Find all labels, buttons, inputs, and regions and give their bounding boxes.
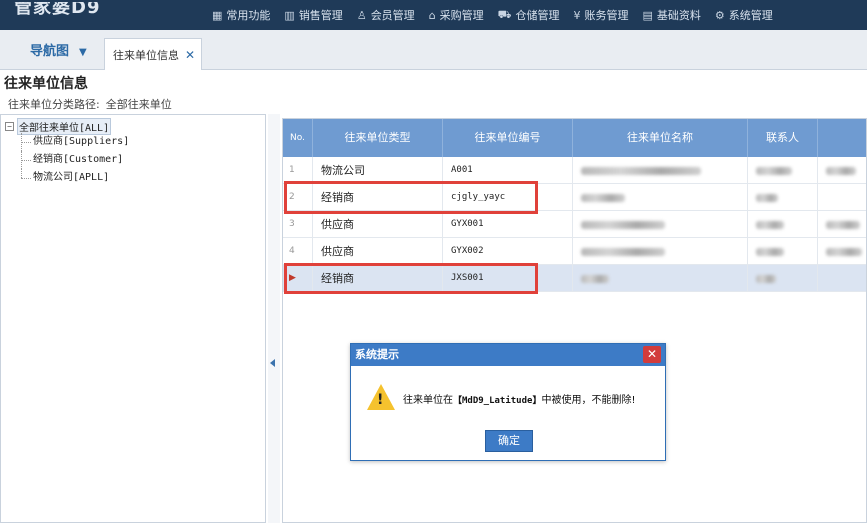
redacted-extra: [826, 221, 860, 229]
collapse-left-icon[interactable]: [270, 359, 275, 367]
menu-warehouse[interactable]: ⛟ 仓储管理: [498, 7, 560, 23]
highlight-box-row-5: [284, 263, 538, 294]
ok-button[interactable]: 确定: [485, 430, 533, 452]
tab-partner-info[interactable]: 往来单位信息 ✕: [104, 38, 203, 70]
collapse-icon[interactable]: −: [5, 121, 14, 131]
home-icon: ⌂: [428, 8, 436, 22]
user-icon: ♙: [356, 8, 367, 22]
app-logo: 管家婆D9: [14, 2, 101, 18]
warning-exclamation: !: [377, 392, 384, 408]
chart-icon: ▥: [284, 8, 295, 22]
tree-root[interactable]: − 全部往来单位[ALL]: [5, 117, 129, 135]
close-icon[interactable]: ✕: [643, 346, 661, 363]
column-no[interactable]: No.: [283, 119, 313, 157]
close-icon[interactable]: ✕: [185, 48, 195, 62]
redacted-extra: [826, 167, 856, 175]
yen-icon: ¥: [573, 8, 581, 22]
redacted-name: [581, 167, 701, 175]
redacted-contact: [756, 221, 784, 229]
menu-sales[interactable]: ▥ 销售管理: [284, 7, 342, 23]
redacted-name: [581, 221, 665, 229]
gear-icon: ⚙: [714, 8, 725, 22]
doc-icon: ▤: [642, 8, 653, 22]
redacted-contact: [756, 248, 784, 256]
dialog-message: 往来单位在【MdD9_Latitude】中被使用，不能删除!: [403, 395, 636, 406]
table-row[interactable]: 4 供应商 GYX002: [283, 238, 866, 265]
column-name[interactable]: 往来单位名称: [573, 119, 748, 157]
column-contact[interactable]: 联系人: [748, 119, 818, 157]
tree-node-customer[interactable]: 经销商[Customer]: [5, 151, 129, 169]
system-alert-dialog: 系统提示 ✕ ! 往来单位在【MdD9_Latitude】中被使用，不能删除! 确…: [350, 343, 666, 461]
menu-common-functions[interactable]: ▦ 常用功能: [212, 7, 270, 23]
top-menu: ▦ 常用功能 ▥ 销售管理 ♙ 会员管理 ⌂ 采购管理 ⛟ 仓储管理 ¥ 账务管理 ▤ 基础资…: [212, 0, 773, 30]
column-code[interactable]: 往来单位编号: [443, 119, 573, 157]
page-title: 往来单位信息: [4, 76, 88, 92]
tab-navigation[interactable]: 导航图 ▼: [30, 40, 87, 59]
partner-grid: No. 往来单位类型 往来单位编号 往来单位名称 联系人 1 物流公司 A001…: [282, 118, 867, 523]
menu-members[interactable]: ♙ 会员管理: [357, 7, 415, 23]
table-row[interactable]: 1 物流公司 A001: [283, 157, 866, 184]
dialog-title: 系统提示 ✕: [351, 344, 665, 366]
top-bar: 管家婆D9 ▦ 常用功能 ▥ 销售管理 ♙ 会员管理 ⌂ 采购管理 ⛟ 仓储管理 ¥ 账务管…: [0, 0, 867, 30]
breadcrumb: 往来单位分类路径: 全部往来单位: [8, 98, 172, 111]
redacted-contact: [756, 167, 792, 175]
menu-accounts[interactable]: ¥ 账务管理: [574, 7, 629, 23]
category-tree: − 全部往来单位[ALL] 供应商[Suppliers] 经销商[Customer…: [5, 117, 129, 187]
redacted-name: [581, 194, 625, 202]
category-tree-panel: − 全部往来单位[ALL] 供应商[Suppliers] 经销商[Customer…: [0, 114, 266, 523]
tree-node-logistics[interactable]: 物流公司[APLL]: [5, 169, 129, 187]
redacted-extra: [826, 248, 862, 256]
redacted-contact: [756, 275, 776, 283]
grid-header: No. 往来单位类型 往来单位编号 往来单位名称 联系人: [283, 119, 866, 157]
cart-icon: ⛟: [497, 7, 512, 21]
redacted-name: [581, 248, 665, 256]
column-extra: [818, 119, 866, 157]
highlight-box-row-2: [284, 181, 538, 214]
menu-basic-data[interactable]: ▤ 基础资料: [643, 7, 701, 23]
table-row[interactable]: 3 供应商 GYX001: [283, 211, 866, 238]
panel-splitter[interactable]: [268, 114, 280, 523]
tab-bar: 导航图 ▼ 往来单位信息 ✕: [0, 30, 867, 70]
grid-icon: ▦: [212, 8, 223, 22]
chevron-down-icon[interactable]: ▼: [79, 47, 87, 58]
redacted-name: [581, 275, 609, 283]
column-type[interactable]: 往来单位类型: [313, 119, 443, 157]
tree-node-suppliers[interactable]: 供应商[Suppliers]: [5, 133, 129, 151]
menu-system[interactable]: ⚙ 系统管理: [715, 7, 773, 23]
redacted-contact: [756, 194, 778, 202]
menu-purchase[interactable]: ⌂ 采购管理: [429, 7, 484, 23]
